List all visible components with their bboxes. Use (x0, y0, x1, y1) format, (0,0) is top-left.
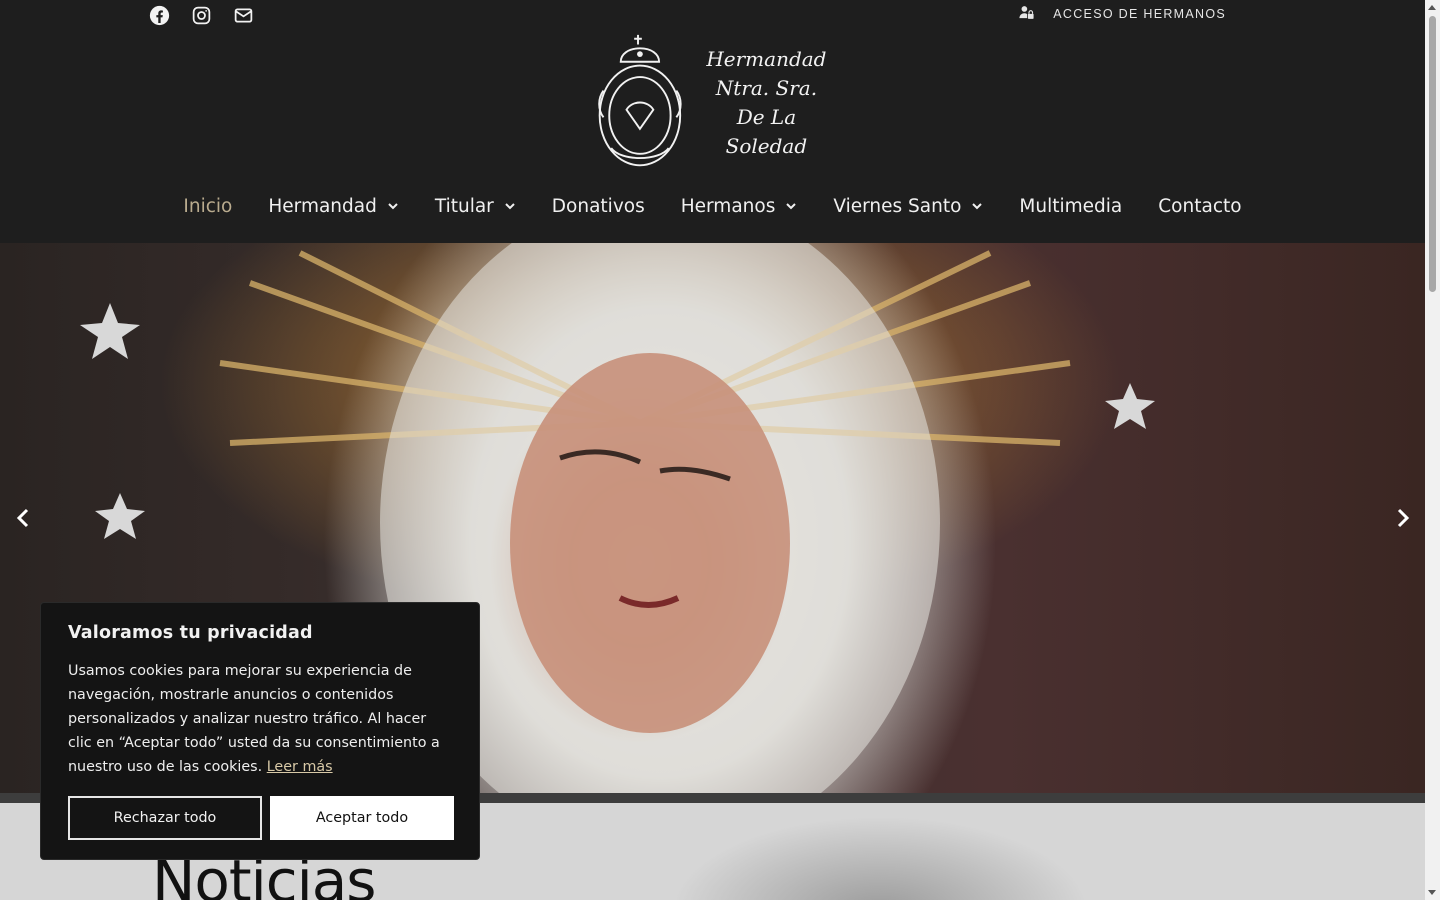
chevron-down-icon (972, 203, 983, 210)
accept-all-button[interactable]: Aceptar todo (270, 796, 454, 840)
nav-item-hermanos[interactable]: Hermanos (663, 190, 816, 222)
nav-label: Contacto (1158, 195, 1242, 217)
logo-wordmark: Hermandad Ntra. Sra. De La Soledad (696, 45, 837, 161)
logo-line: De La Soledad (725, 104, 808, 158)
site-logo[interactable]: Hermandad Ntra. Sra. De La Soledad (592, 30, 837, 175)
chevron-right-icon (1397, 508, 1410, 528)
read-more-link[interactable]: Leer más (267, 759, 333, 775)
cookie-body: Usamos cookies para mejorar su experienc… (68, 663, 440, 775)
nav-label: Hermandad (268, 195, 377, 217)
nav-item-inicio[interactable]: Inicio (165, 190, 250, 222)
chevron-down-icon (388, 203, 398, 210)
brotherhood-seal-icon (598, 34, 682, 167)
nav-label: Titular (434, 195, 494, 217)
member-access-label: ACCESO DE HERMANOS (1053, 7, 1226, 21)
cookie-actions: Rechazar todo Aceptar todo (68, 796, 454, 840)
instagram-icon[interactable] (190, 4, 212, 26)
nav-label: Hermanos (680, 195, 776, 217)
nav-item-donativos[interactable]: Donativos (534, 190, 663, 222)
slider-prev-button[interactable] (12, 505, 34, 531)
facebook-icon[interactable] (148, 4, 170, 26)
nav-label: Donativos (551, 195, 645, 217)
chevron-down-icon (786, 203, 797, 210)
nav-item-multimedia[interactable]: Multimedia (1001, 190, 1140, 222)
social-links (148, 4, 254, 26)
member-access-link[interactable]: ACCESO DE HERMANOS (1018, 4, 1226, 24)
news-background-image (500, 803, 1250, 900)
nav-label: Inicio (183, 195, 233, 217)
logo-line: Hermandad (706, 46, 827, 71)
chevron-left-icon (16, 508, 29, 528)
chevron-down-icon (505, 203, 515, 210)
reject-all-button[interactable]: Rechazar todo (68, 796, 262, 840)
nav-label: Viernes Santo (833, 195, 962, 217)
scroll-down-icon[interactable] (1428, 890, 1436, 895)
main-nav: Inicio Hermandad Titular Donativos Herma… (0, 190, 1425, 222)
slider-next-button[interactable] (1392, 505, 1414, 531)
nav-item-titular[interactable]: Titular (417, 190, 534, 222)
mail-icon[interactable] (232, 4, 254, 26)
site-header: ACCESO DE HERMANOS Hermandad Ntra. Sra. … (0, 0, 1425, 243)
scrollbar-thumb[interactable] (1429, 16, 1436, 292)
logo-line: Ntra. Sra. (715, 75, 818, 100)
nav-item-contacto[interactable]: Contacto (1140, 190, 1259, 222)
cookie-consent-dialog: Valoramos tu privacidad Usamos cookies p… (40, 602, 480, 860)
nav-label: Multimedia (1019, 195, 1123, 217)
nav-item-hermandad[interactable]: Hermandad (250, 190, 416, 222)
user-lock-icon (1018, 4, 1035, 24)
nav-item-viernes-santo[interactable]: Viernes Santo (815, 190, 1001, 222)
cookie-title: Valoramos tu privacidad (68, 623, 313, 643)
page-scrollbar[interactable] (1425, 0, 1440, 900)
cookie-message: Usamos cookies para mejorar su experienc… (68, 659, 452, 779)
scroll-up-icon[interactable] (1428, 5, 1436, 10)
